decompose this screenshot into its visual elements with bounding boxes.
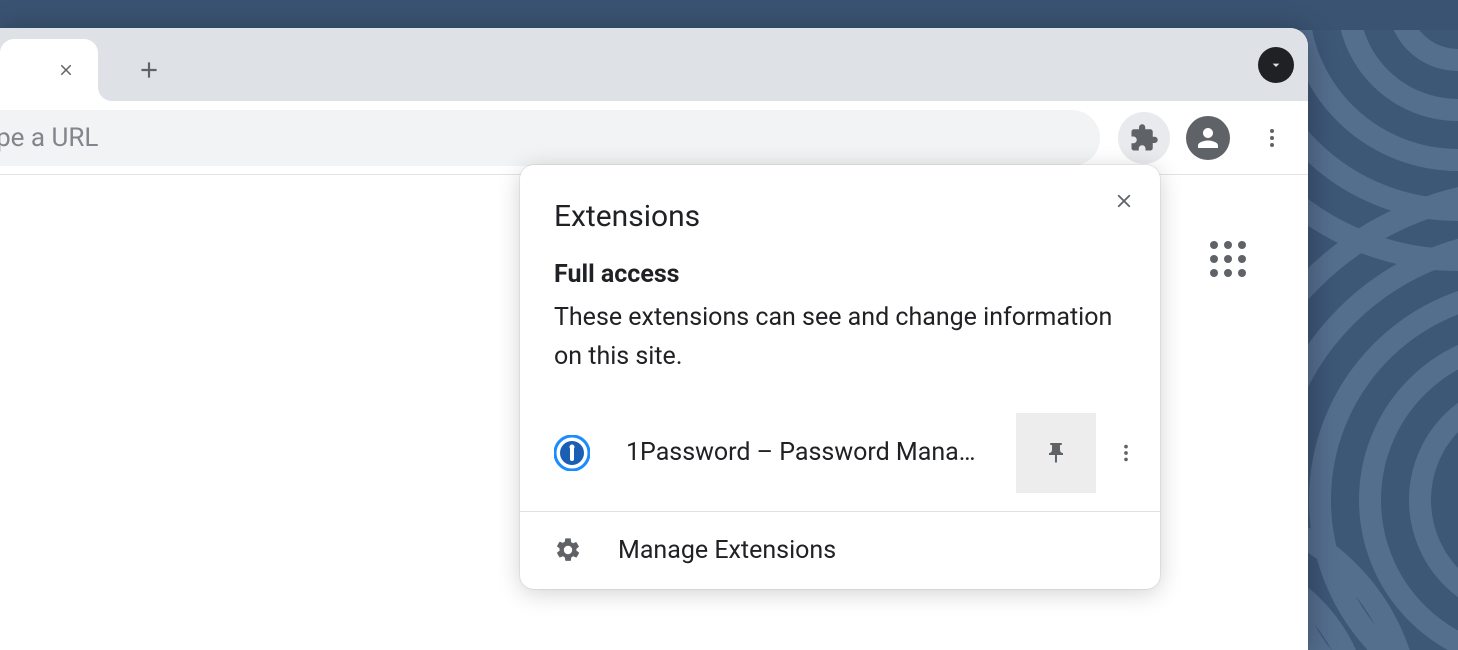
dots-vertical-icon	[1115, 442, 1137, 464]
person-icon	[1193, 123, 1223, 153]
extensions-button[interactable]	[1118, 112, 1170, 164]
puzzle-icon	[1129, 123, 1159, 153]
plus-icon	[136, 57, 162, 83]
search-tabs-button[interactable]	[1258, 47, 1294, 83]
popup-title: Extensions	[554, 199, 1126, 234]
section-description: These extensions can see and change info…	[554, 299, 1126, 377]
pin-extension-button[interactable]	[1016, 413, 1096, 493]
new-tab-button[interactable]	[128, 49, 170, 91]
manage-extensions-button[interactable]: Manage Extensions	[520, 512, 1160, 589]
toolbar: r type a URL	[0, 101, 1308, 175]
toolbar-actions	[1118, 112, 1298, 164]
profile-button[interactable]	[1182, 112, 1234, 164]
avatar	[1186, 116, 1230, 160]
extension-name: 1Password – Password Mana…	[626, 438, 1016, 467]
popup-header: Extensions	[520, 165, 1160, 234]
close-tab-button[interactable]	[54, 58, 78, 82]
extension-more-button[interactable]	[1096, 413, 1156, 493]
address-bar[interactable]: r type a URL	[0, 110, 1100, 166]
tab-strip	[0, 28, 1308, 101]
popup-close-button[interactable]	[1106, 183, 1142, 219]
pin-icon	[1044, 441, 1068, 465]
chrome-menu-button[interactable]	[1246, 112, 1298, 164]
popup-section: Full access These extensions can see and…	[520, 234, 1160, 395]
close-icon	[57, 61, 75, 79]
close-icon	[1113, 190, 1135, 212]
gear-icon	[554, 536, 582, 564]
extension-row[interactable]: 1Password – Password Mana…	[520, 395, 1160, 512]
manage-extensions-label: Manage Extensions	[618, 536, 836, 565]
section-heading: Full access	[554, 260, 1126, 289]
chevron-down-icon	[1268, 57, 1284, 73]
address-bar-placeholder: r type a URL	[0, 123, 98, 153]
1password-icon	[554, 435, 590, 471]
extensions-popup: Extensions Full access These extensions …	[520, 165, 1160, 589]
apps-launcher-button[interactable]	[1204, 235, 1252, 283]
dots-vertical-icon	[1260, 126, 1284, 150]
extension-actions	[1016, 413, 1160, 493]
browser-tab[interactable]	[0, 39, 98, 101]
